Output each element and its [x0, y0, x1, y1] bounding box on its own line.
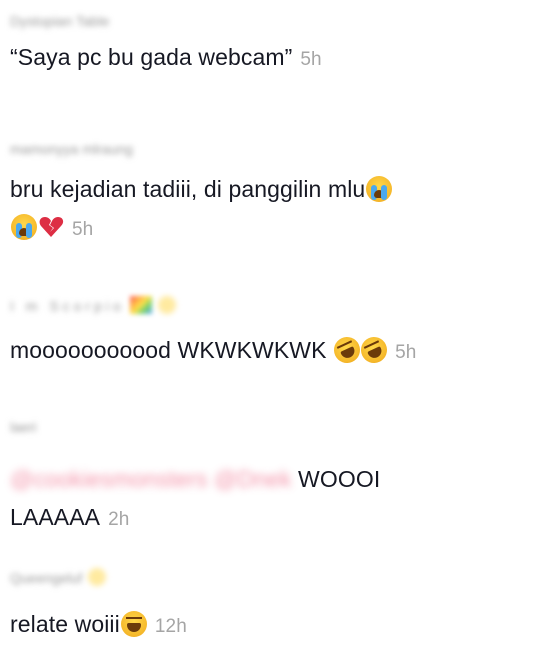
sparkle-icon: [87, 568, 106, 586]
comment-timestamp: 12h: [154, 616, 187, 637]
comment-item[interactable]: I m Scorpio mooooooooood WKWKWKWK 5h: [10, 296, 524, 369]
comment-username-row[interactable]: Queengeluf: [10, 568, 524, 588]
comment-timestamp: 5h: [395, 342, 417, 363]
comment-username[interactable]: mamonyya mlraung: [10, 140, 133, 158]
comment-timestamp: 2h: [108, 509, 130, 530]
comment-body: WOOOI: [291, 466, 381, 492]
comment-body: “Saya pc bu gada webcam”: [10, 44, 293, 70]
rolling-on-floor-laughing-icon: [356, 332, 392, 368]
loudly-crying-face-icon: [366, 176, 393, 202]
comment-text: bru kejadian tadiii, di panggilin mlu: [10, 173, 524, 205]
comment-body: bru kejadian tadiii, di panggilin mlu: [10, 176, 366, 202]
comment-username[interactable]: Dystopian Table: [10, 12, 109, 30]
comment-item[interactable]: Queengeluf relate woiii 12h: [10, 568, 524, 643]
rolling-on-floor-laughing-icon: [329, 332, 365, 368]
comment-body: relate woiii: [10, 611, 120, 637]
comment-body: mooooooooood WKWKWKWK: [10, 337, 327, 363]
comment-item[interactable]: Dystopian Table “Saya pc bu gada webcam”…: [10, 12, 524, 76]
comment-text-line2: 5h: [10, 211, 524, 246]
comment-text-line2: LAAAAA 2h: [10, 501, 524, 536]
comment-username-row[interactable]: I m Scorpio: [10, 296, 524, 316]
crying-laughing-face-icon: [120, 611, 147, 637]
comment-timestamp: 5h: [300, 49, 322, 70]
comment-mention[interactable]: @cookiesmonsters @Dnek: [10, 466, 292, 492]
comment-item[interactable]: laeri @cookiesmonsters @Dnek WOOOI LAAAA…: [10, 418, 524, 536]
comment-username[interactable]: Queengeluf: [10, 569, 82, 587]
sparkle-icon: [157, 296, 176, 314]
comment-text: mooooooooood WKWKWKWK 5h: [10, 332, 524, 369]
comment-text: “Saya pc bu gada webcam” 5h: [10, 41, 524, 76]
comment-item[interactable]: mamonyya mlraung bru kejadian tadiii, di…: [10, 140, 524, 246]
comment-username[interactable]: laeri: [10, 418, 36, 436]
broken-heart-icon: [38, 214, 64, 240]
comment-timestamp: 5h: [72, 219, 94, 240]
comment-text: @cookiesmonsters @Dnek WOOOI: [10, 463, 524, 495]
comment-body-line2: LAAAAA: [10, 504, 101, 530]
loudly-crying-face-icon: [11, 214, 37, 240]
comment-username[interactable]: I m Scorpio: [10, 297, 125, 315]
comment-text: relate woiii 12h: [10, 608, 524, 643]
rainbow-icon: [130, 296, 153, 314]
